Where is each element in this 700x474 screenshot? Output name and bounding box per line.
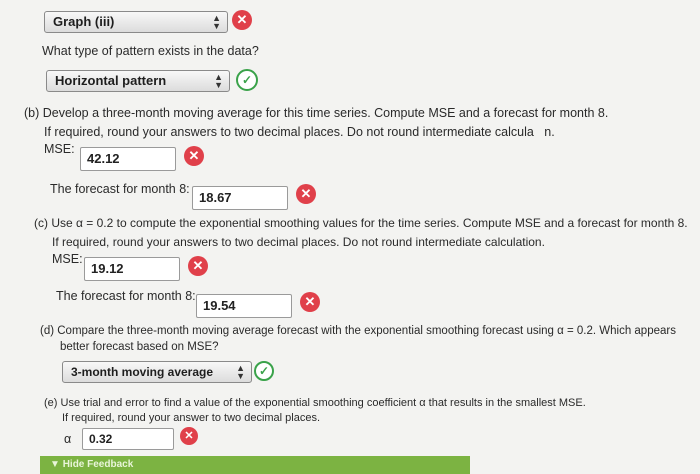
part-e-text: (e) Use trial and error to find a value …	[44, 397, 586, 409]
hide-feedback-label: Hide Feedback	[62, 459, 134, 470]
pattern-select[interactable]: Horizontal pattern ▲ ▼	[46, 70, 230, 92]
mse-input[interactable]: 42.12	[80, 147, 176, 171]
part-b-text: (b) Develop a three-month moving average…	[24, 106, 609, 120]
incorrect-icon: ✕	[188, 256, 208, 276]
part-c-instructions: If required, round your answers to two d…	[52, 235, 545, 249]
alpha-label: α	[64, 432, 72, 446]
pattern-question: What type of pattern exists in the data?	[42, 44, 259, 58]
part-c-text: (c) Use α = 0.2 to compute the exponenti…	[34, 216, 688, 230]
collapse-icon: ▼	[50, 459, 63, 470]
part-d-question: better forecast based on MSE?	[60, 341, 219, 353]
part-d-text: (d) Compare the three-month moving avera…	[40, 325, 676, 337]
mse-label: MSE:	[44, 142, 75, 156]
incorrect-icon: ✕	[232, 10, 252, 30]
forecast-label: The forecast for month 8:	[50, 182, 190, 196]
mse-input[interactable]: 19.12	[84, 257, 180, 281]
incorrect-icon: ✕	[296, 184, 316, 204]
incorrect-icon: ✕	[180, 427, 198, 445]
graph-select-value: Graph (iii)	[53, 14, 115, 29]
correct-icon: ✓	[254, 361, 274, 381]
correct-icon: ✓	[236, 69, 258, 91]
select-arrows-icon: ▲ ▼	[212, 13, 221, 31]
forecast-label: The forecast for month 8:	[56, 289, 196, 303]
incorrect-icon: ✕	[300, 292, 320, 312]
better-forecast-select-value: 3-month moving average	[71, 365, 214, 379]
graph-select[interactable]: Graph (iii) ▲ ▼	[44, 11, 228, 33]
pattern-select-value: Horizontal pattern	[55, 73, 167, 88]
hide-feedback-button[interactable]: ▼ Hide Feedback	[40, 456, 470, 474]
incorrect-icon: ✕	[184, 146, 204, 166]
better-forecast-select[interactable]: 3-month moving average ▲ ▼	[62, 361, 252, 383]
part-e-instructions: If required, round your answer to two de…	[62, 412, 321, 424]
forecast-input[interactable]: 18.67	[192, 186, 288, 210]
alpha-input[interactable]: 0.32	[82, 428, 174, 450]
select-arrows-icon: ▲ ▼	[236, 363, 245, 381]
part-b-instructions: If required, round your answers to two d…	[44, 125, 555, 139]
select-arrows-icon: ▲ ▼	[214, 72, 223, 90]
forecast-input[interactable]: 19.54	[196, 294, 292, 318]
mse-label: MSE:	[52, 252, 83, 266]
